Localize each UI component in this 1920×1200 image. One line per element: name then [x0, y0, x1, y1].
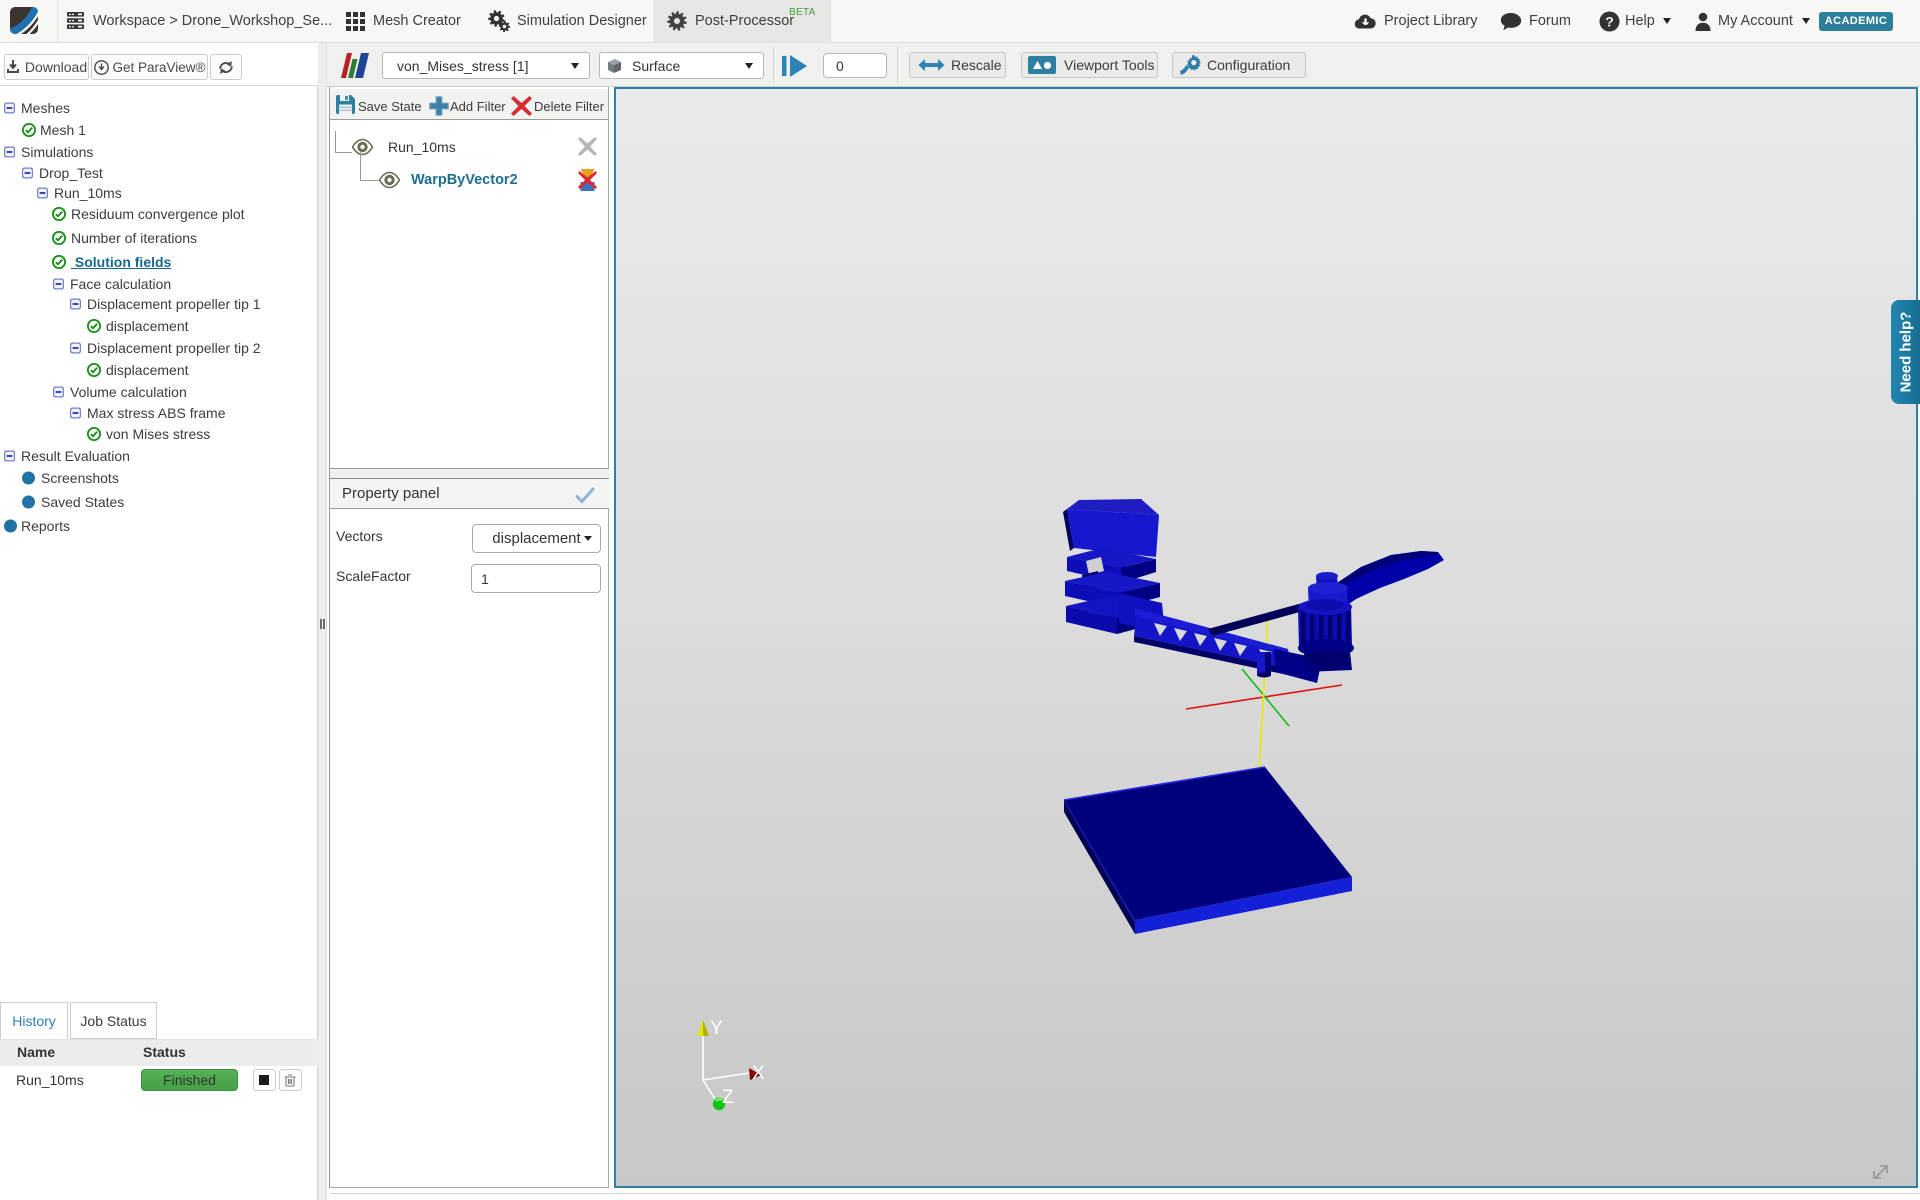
svg-text:?: ?	[1605, 13, 1614, 29]
svg-text:Z: Z	[722, 1087, 734, 1108]
svg-text:X: X	[752, 1063, 765, 1084]
svg-text:Y: Y	[710, 1018, 723, 1039]
